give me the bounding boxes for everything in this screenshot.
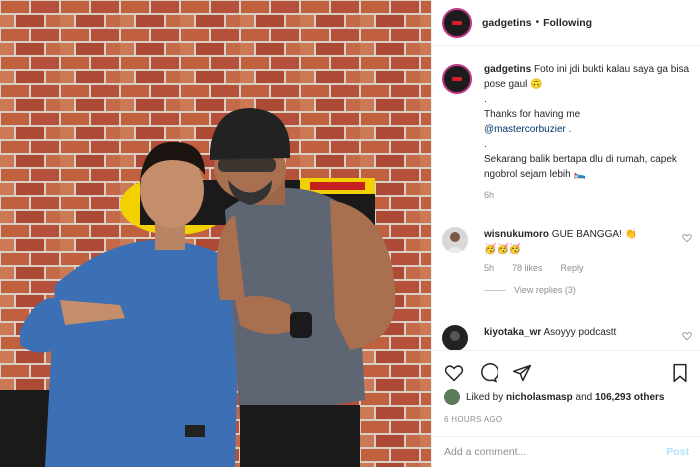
likes-prefix: Liked by bbox=[466, 391, 504, 403]
comment-emoji-line: 🥳🥳🥳 bbox=[484, 244, 522, 255]
comment-like-heart-icon[interactable] bbox=[682, 331, 692, 341]
comment-username[interactable]: wisnukumoro bbox=[484, 229, 549, 240]
view-replies-label: View replies (3) bbox=[514, 285, 576, 295]
author-username[interactable]: gadgetins bbox=[482, 17, 532, 29]
liker-username[interactable]: nicholasmasp bbox=[506, 392, 573, 403]
photo-image bbox=[0, 0, 431, 467]
commenter-avatar[interactable] bbox=[442, 227, 468, 253]
like-heart-icon[interactable] bbox=[444, 363, 464, 383]
mention-link[interactable]: @mastercorbuzier bbox=[484, 124, 566, 135]
comment-item: wisnukumoro GUE BANGGA! 👏 🥳🥳🥳 5h 78 like… bbox=[442, 227, 692, 295]
post-header: gadgetins • Following bbox=[432, 0, 700, 46]
caption-dot1: . bbox=[484, 94, 487, 105]
caption-username[interactable]: gadgetins bbox=[484, 64, 531, 75]
save-bookmark-icon[interactable] bbox=[670, 363, 690, 383]
likes-middle: and bbox=[575, 391, 593, 403]
post-comment-button[interactable]: Post bbox=[666, 446, 689, 458]
post-caption: gadgetins Foto ini jdi bukti kalau saya … bbox=[442, 62, 692, 200]
comment-time[interactable]: 5h bbox=[484, 263, 494, 273]
author-avatar[interactable] bbox=[442, 7, 472, 38]
view-replies-line bbox=[484, 289, 506, 291]
comment-text: Asoyyy podcastt bbox=[543, 327, 617, 338]
comment-likes[interactable]: 78 likes bbox=[512, 263, 543, 273]
caption-dot2: . bbox=[484, 139, 487, 150]
post-photo[interactable] bbox=[0, 0, 431, 467]
likes-summary: Liked by nicholasmasp and 106,293 others bbox=[444, 389, 664, 405]
comment-text: GUE BANGGA! bbox=[551, 229, 622, 240]
add-comment-input[interactable]: Add a comment... bbox=[444, 446, 666, 458]
comment-username[interactable]: kiyotaka_wr bbox=[484, 327, 541, 338]
comment-like-heart-icon[interactable] bbox=[682, 233, 692, 243]
caption-avatar[interactable] bbox=[442, 64, 472, 94]
mention-suffix: . bbox=[565, 124, 572, 135]
post-timestamp[interactable]: 6 HOURS AGO bbox=[444, 415, 502, 424]
bed-emoji: 🛌 bbox=[573, 169, 586, 180]
add-comment-bar: Add a comment... Post bbox=[432, 436, 700, 467]
header-separator: • bbox=[535, 17, 540, 28]
caption-thanks: Thanks for having me bbox=[484, 109, 581, 120]
upside-down-face-emoji: 🙃 bbox=[530, 79, 543, 90]
share-paper-plane-icon[interactable] bbox=[512, 363, 532, 383]
comment-bubble-icon[interactable] bbox=[478, 363, 500, 383]
comment-reply-button[interactable]: Reply bbox=[561, 263, 584, 273]
post-sidebar: gadgetins • Following gadgetins Foto ini… bbox=[431, 0, 700, 467]
view-replies-button[interactable]: View replies (3) bbox=[484, 285, 692, 295]
clap-emoji: 👏 bbox=[624, 229, 638, 240]
liker-avatar[interactable] bbox=[444, 389, 460, 405]
likes-count[interactable]: 106,293 others bbox=[595, 392, 665, 403]
commenter-avatar[interactable] bbox=[442, 325, 468, 351]
comment-item: kiyotaka_wr Asoyyy podcastt bbox=[442, 325, 692, 351]
following-button[interactable]: Following bbox=[543, 17, 592, 29]
caption-time[interactable]: 6h bbox=[484, 190, 692, 200]
